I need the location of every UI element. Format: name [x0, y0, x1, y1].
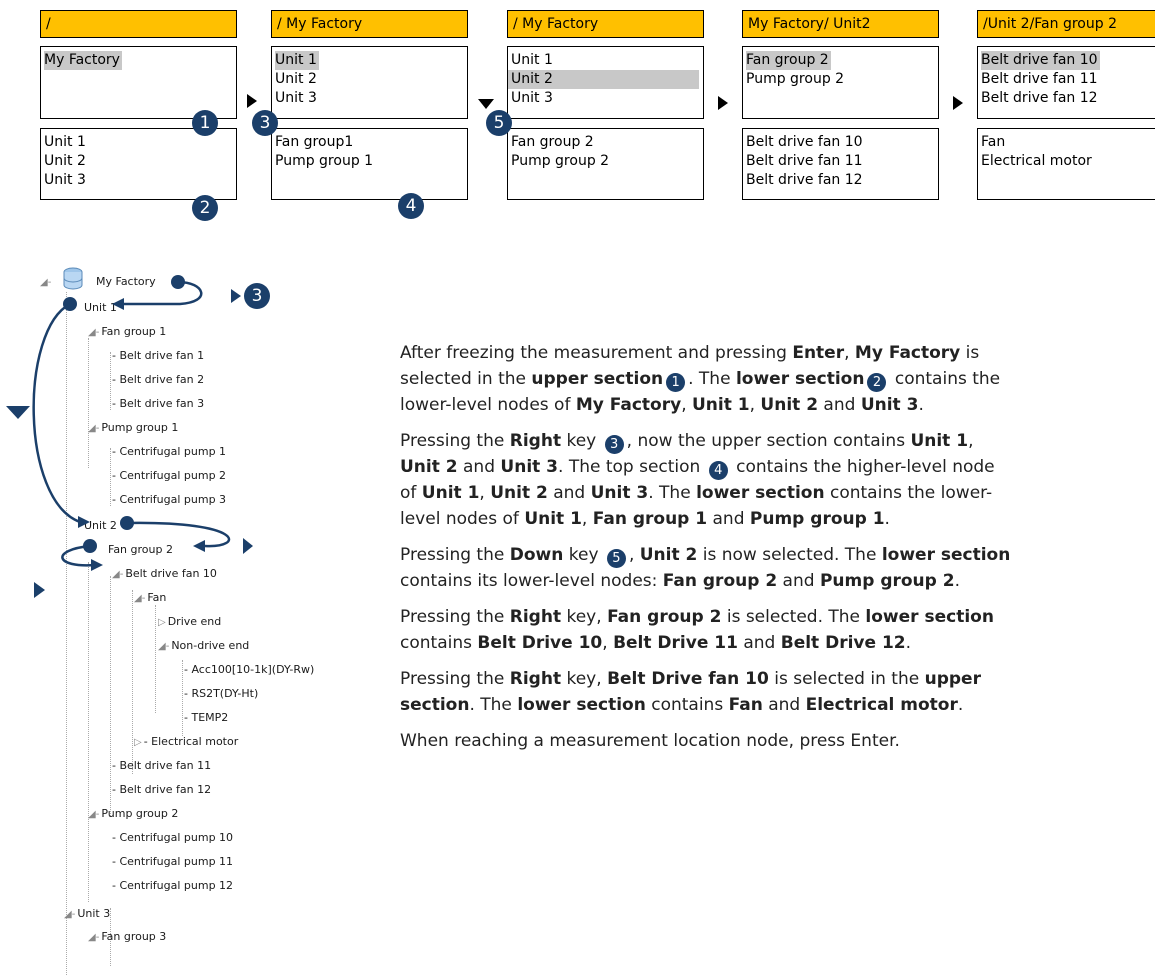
paragraph-3-line-1: Pressing the Down key 5, Unit 2 is now s…	[400, 545, 1011, 568]
paragraph-4-line-2: contains Belt Drive 10, Belt Drive 11 an…	[400, 633, 912, 653]
tree-node[interactable]: - Acc100[10-1k](DY-Rw)	[184, 663, 314, 677]
list-item: Fan group 2	[511, 134, 594, 150]
tree-node[interactable]: - Centrifugal pump 10	[112, 831, 233, 845]
list-item: Unit 3	[275, 90, 317, 106]
badge-2-inline: 2	[867, 373, 887, 392]
list-item[interactable]: Unit 1	[272, 51, 467, 70]
path-header: /Unit 2/Fan group 2	[977, 10, 1155, 38]
lower-section: Belt drive fan 10 Belt drive fan 11 Belt…	[742, 128, 939, 200]
list-item: Belt drive fan 10	[746, 134, 863, 150]
tree-node[interactable]: - Centrifugal pump 11	[112, 855, 233, 869]
path-header: / My Factory	[507, 10, 704, 38]
path-header: / My Factory	[271, 10, 468, 38]
badge-5-inline: 5	[606, 549, 626, 568]
list-item: Pump group 2	[511, 153, 610, 169]
tree-node[interactable]: - Centrifugal pump 12	[112, 879, 233, 893]
paragraph-2-line-1: Pressing the Right key 3, now the upper …	[400, 431, 974, 454]
path-header: /	[40, 10, 237, 38]
screen-panel-1: / My Factory Unit 1 Unit 2 Unit 3	[40, 10, 237, 200]
paragraph-1-line-3: lower-level nodes of My Factory, Unit 1,…	[400, 395, 924, 415]
paragraph-1-line-2: selected in the upper section 1. The lowe…	[400, 369, 1001, 392]
screen-panel-3: / My Factory Unit 1 Unit 2 Unit 3 Fan gr…	[507, 10, 704, 200]
lower-section: Fan group1 Pump group 1	[271, 128, 468, 200]
paragraph-4-line-1: Pressing the Right key, Fan group 2 is s…	[400, 607, 994, 627]
badge-3: 3	[252, 110, 278, 136]
badge-4-inline: 4	[708, 461, 728, 480]
paragraph-5-line-2: section. The lower section contains Fan …	[400, 695, 964, 715]
down-arrow-icon	[478, 99, 494, 109]
list-item: Fan group1	[275, 134, 354, 150]
list-item: Pump group 2	[746, 71, 845, 87]
list-item: Unit 2	[44, 153, 86, 169]
upper-section: Fan group 2 Pump group 2	[742, 46, 939, 119]
list-item: Unit 3	[511, 90, 553, 106]
paragraph-3-line-2: contains its lower-level nodes: Fan grou…	[400, 571, 960, 591]
tree-node[interactable]: ◢- Fan group 3	[88, 930, 166, 945]
tree-node[interactable]: - Belt drive fan 12	[112, 783, 211, 797]
screen-panel-2: / My Factory Unit 1 Unit 2 Unit 3 Fan gr…	[271, 10, 468, 200]
tree-node[interactable]: ◢- Fan	[134, 591, 166, 606]
badge-1: 1	[192, 110, 218, 136]
list-item[interactable]: Fan group 2	[743, 51, 938, 70]
tree-node[interactable]: ▷ Drive end	[158, 615, 221, 630]
badge-4: 4	[398, 193, 424, 219]
lower-section: Fan Electrical motor	[977, 128, 1155, 200]
upper-section: Belt drive fan 10 Belt drive fan 11 Belt…	[977, 46, 1155, 119]
tree-node[interactable]: - TEMP2	[184, 711, 228, 725]
badge-2: 2	[192, 195, 218, 221]
tree-node[interactable]: ◢- Non-drive end	[158, 639, 249, 654]
tree-node[interactable]: - Belt drive fan 11	[112, 759, 211, 773]
badge-3-tree: 3	[244, 283, 270, 309]
list-item[interactable]: Belt drive fan 10	[978, 51, 1155, 70]
list-item: Electrical motor	[981, 153, 1092, 169]
list-item: Belt drive fan 11	[981, 71, 1098, 87]
screen-panel-5: /Unit 2/Fan group 2 Belt drive fan 10 Be…	[977, 10, 1155, 240]
list-item[interactable]: Unit 2	[508, 70, 699, 89]
badge-5: 5	[486, 110, 512, 136]
list-item[interactable]: My Factory	[41, 51, 236, 70]
list-item: Unit 2	[275, 71, 317, 87]
path-header: My Factory/ Unit2	[742, 10, 939, 38]
right-arrow-icon	[718, 96, 728, 110]
lower-section: Unit 1 Unit 2 Unit 3	[40, 128, 237, 200]
upper-section: Unit 1 Unit 2 Unit 3	[271, 46, 468, 119]
tree-node[interactable]: - RS2T(DY-Ht)	[184, 687, 258, 701]
list-item: Belt drive fan 12	[746, 172, 863, 188]
list-item: Pump group 1	[275, 153, 374, 169]
badge-1-inline: 1	[666, 373, 686, 392]
tree-node[interactable]: ▷ - Electrical motor	[134, 735, 238, 750]
screen-panel-4: My Factory/ Unit2 Fan group 2 Pump group…	[742, 10, 939, 200]
badge-3-inline: 3	[604, 435, 624, 454]
list-item: Unit 3	[44, 172, 86, 188]
upper-section: My Factory	[40, 46, 237, 119]
right-arrow-icon	[953, 96, 963, 110]
down-arrow-icon	[6, 406, 30, 419]
right-arrow-icon	[231, 289, 241, 303]
paragraph-2-line-3: of Unit 1, Unit 2 and Unit 3. The lower …	[400, 483, 993, 503]
upper-section: Unit 1 Unit 2 Unit 3	[507, 46, 704, 119]
paragraph-2-line-2: Unit 2 and Unit 3. The top section 4 con…	[400, 457, 995, 480]
paragraph-5-line-1: Pressing the Right key, Belt Drive fan 1…	[400, 669, 981, 689]
paragraph-1-line-1: After freezing the measurement and press…	[400, 343, 980, 363]
paragraph-6: When reaching a measurement location nod…	[400, 731, 900, 751]
paragraph-2-line-4: level nodes of Unit 1, Fan group 1 and P…	[400, 509, 890, 529]
list-item: Belt drive fan 12	[981, 90, 1098, 106]
right-arrow-icon	[34, 582, 45, 598]
tree-node[interactable]: ◢- Pump group 2	[88, 807, 178, 822]
right-arrow-icon	[247, 94, 257, 108]
list-item: Unit 1	[511, 52, 553, 68]
lower-section: Fan group 2 Pump group 2	[507, 128, 704, 200]
tree-node[interactable]: ◢- Unit 3	[64, 907, 110, 922]
list-item: Fan	[981, 134, 1006, 150]
list-item: Belt drive fan 11	[746, 153, 863, 169]
